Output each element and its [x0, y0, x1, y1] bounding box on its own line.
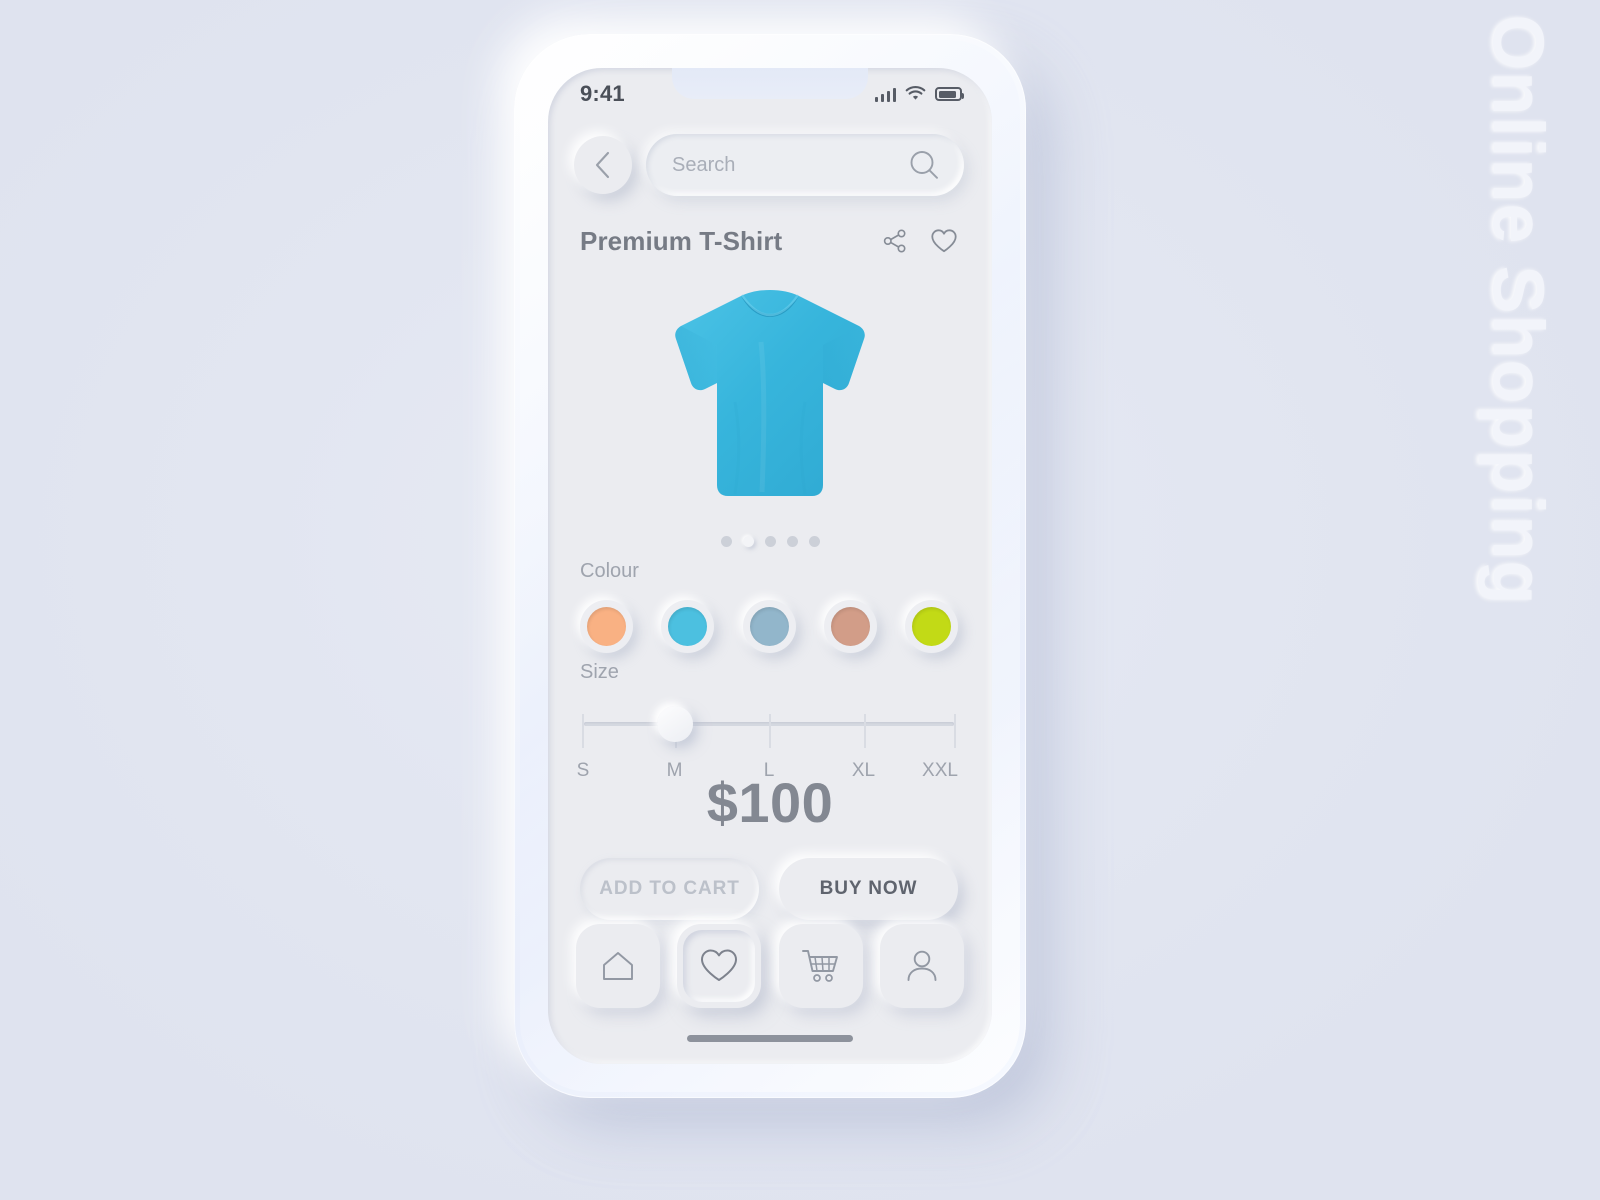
search-input[interactable]: Search: [646, 134, 964, 196]
status-clock: 9:41: [580, 81, 625, 106]
carousel-dot[interactable]: [764, 536, 776, 547]
size-section: Size S M L XL XXL: [548, 661, 992, 786]
size-slider-thumb[interactable]: [656, 706, 693, 742]
chevron-left-icon: [595, 151, 610, 179]
size-tick: [863, 714, 866, 748]
size-slider-ticks: [580, 714, 958, 748]
image-carousel-dots[interactable]: [548, 536, 992, 547]
nav-item-home[interactable]: [576, 924, 660, 1008]
action-buttons: ADD TO CART BUY NOW: [548, 858, 992, 920]
search-row: Search: [548, 124, 992, 206]
size-slider[interactable]: [580, 698, 958, 760]
heart-icon: [701, 949, 738, 981]
size-label: Size: [580, 661, 619, 683]
battery-icon: [935, 87, 964, 101]
bottom-navigation: [548, 924, 992, 1008]
home-icon: [603, 952, 633, 980]
colour-label: Colour: [580, 560, 639, 582]
size-tick: [769, 714, 771, 748]
carousel-dot-active[interactable]: [742, 536, 754, 547]
wifi-icon: [905, 86, 926, 100]
cart-icon: [801, 950, 838, 982]
colour-swatch-sky-blue[interactable]: [661, 600, 715, 653]
colour-swatch-lime[interactable]: [905, 600, 958, 653]
share-icon[interactable]: [882, 228, 908, 254]
colour-swatch-steel-blue[interactable]: [742, 600, 796, 653]
side-wordmark: Online Shopping: [1432, 0, 1600, 620]
tshirt-image: [675, 290, 865, 496]
screenshot-root: Online Shopping 9:41 Search Premium T-Sh…: [0, 0, 1600, 1200]
colour-swatch-peach[interactable]: [580, 600, 633, 653]
product-title-row: Premium T-Shirt: [548, 214, 992, 268]
carousel-dot[interactable]: [808, 536, 820, 547]
heart-icon[interactable]: [930, 228, 958, 254]
page-title: Premium T-Shirt: [580, 225, 783, 256]
nav-item-favourites[interactable]: [677, 924, 762, 1008]
nav-item-favourites-inner: [683, 930, 756, 1002]
nav-item-profile[interactable]: [879, 924, 964, 1008]
status-bar: 9:41: [548, 68, 992, 116]
product-price: $100: [706, 771, 834, 834]
size-tick: [954, 714, 956, 748]
colour-section: Colour: [548, 560, 992, 653]
product-image[interactable]: [548, 268, 992, 518]
size-tick: [582, 714, 584, 748]
carousel-dot[interactable]: [720, 536, 732, 547]
back-button[interactable]: [574, 136, 632, 194]
signal-bars-icon: [874, 87, 896, 102]
phone-screen: 9:41 Search Premium T-Shirt Colour Size …: [548, 68, 992, 1064]
add-to-cart-button[interactable]: ADD TO CART: [580, 858, 759, 920]
status-icons: [874, 86, 964, 102]
product-title-actions: [882, 228, 958, 254]
home-indicator: [687, 1035, 853, 1042]
search-icon[interactable]: [906, 147, 942, 183]
colour-swatch-list: [580, 600, 958, 653]
side-wordmark-text: Online Shopping: [1477, 14, 1557, 606]
colour-swatch-dusty-rose[interactable]: [823, 600, 877, 653]
buy-now-button[interactable]: BUY NOW: [779, 858, 958, 920]
search-placeholder: Search: [672, 153, 736, 176]
carousel-dot[interactable]: [786, 536, 798, 547]
person-icon: [907, 950, 937, 981]
nav-item-cart[interactable]: [778, 924, 863, 1008]
